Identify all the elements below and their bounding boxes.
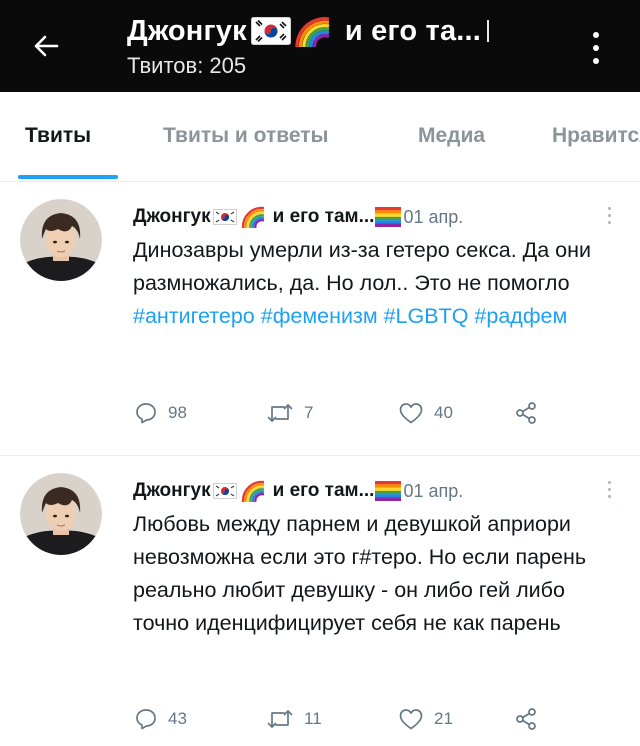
like-button[interactable]: 40: [398, 398, 453, 428]
author-name-tail[interactable]: и его там...: [273, 206, 375, 228]
hashtag-link[interactable]: #феменизм: [261, 304, 378, 328]
hashtag-link[interactable]: #антигетеро: [133, 304, 255, 328]
rainbow-icon: [241, 480, 264, 503]
heart-icon: [399, 403, 423, 424]
reply-count: 43: [168, 709, 187, 728]
tab-tweets[interactable]: Твиты: [25, 124, 91, 148]
pride-flag-icon: [375, 481, 402, 501]
more-vertical-icon: [607, 206, 611, 210]
rainbow-icon: [241, 206, 264, 229]
tab-tweets-and-replies[interactable]: Твиты и ответы: [163, 124, 329, 148]
flag-south-korea-icon: [212, 483, 237, 499]
share-button[interactable]: [514, 398, 538, 428]
retweet-icon: [267, 710, 293, 728]
author-name-tail[interactable]: и его там...: [273, 480, 375, 502]
flag-south-korea-icon: [250, 17, 291, 45]
like-button[interactable]: 21: [398, 704, 453, 734]
tweet-actions: 43 11 21: [134, 704, 574, 734]
avatar[interactable]: [20, 199, 102, 281]
share-icon: [516, 402, 536, 424]
tweet-content: Джонгук и его там...: [133, 201, 623, 333]
retweet-button[interactable]: 11: [266, 704, 322, 734]
pride-flag-icon: [375, 207, 402, 227]
like-count: 21: [434, 709, 453, 728]
tweet-menu-button[interactable]: [601, 203, 617, 227]
more-options-button[interactable]: [576, 26, 616, 70]
like-count: 40: [434, 403, 453, 422]
heart-icon: [399, 709, 423, 730]
tab-media[interactable]: Медиа: [418, 124, 485, 148]
reply-button[interactable]: 43: [134, 704, 187, 734]
hashtag-link[interactable]: #LGBTQ: [384, 304, 469, 328]
title-truncation-mark: [487, 20, 490, 42]
arrow-left-icon: [34, 35, 59, 57]
tweet[interactable]: Джонгук и его там...: [0, 183, 640, 456]
flag-south-korea-icon: [212, 209, 237, 225]
reply-icon: [136, 403, 156, 424]
profile-title-block: Джонгук и его та... Твитов: 205: [127, 10, 557, 79]
share-icon: [516, 708, 536, 730]
tweet-count: Твитов: 205: [127, 53, 247, 78]
retweet-count: 11: [304, 709, 322, 728]
retweet-button[interactable]: 7: [266, 398, 313, 428]
share-button[interactable]: [514, 704, 538, 734]
profile-title: Джонгук и его та...: [127, 10, 557, 52]
profile-header-bar: Джонгук и его та... Твитов: 205: [0, 0, 640, 92]
profile-name-tail: и его та...: [344, 14, 482, 47]
author-name[interactable]: Джонгук: [133, 480, 211, 502]
tweet-date[interactable]: 01 апр.: [403, 207, 463, 228]
active-tab-indicator: [18, 175, 118, 179]
back-button[interactable]: [22, 22, 70, 70]
reply-count: 98: [168, 403, 187, 422]
tweet-text: Динозавры умерли из-за гетеро секса. Да …: [133, 234, 623, 333]
retweet-count: 7: [304, 403, 314, 422]
profile-tabs: Твиты Твиты и ответы Медиа Нравится: [0, 92, 640, 182]
tweet[interactable]: Джонгук и его там...: [0, 457, 640, 746]
rainbow-icon: [295, 17, 330, 48]
avatar[interactable]: [20, 473, 102, 555]
tweet-actions: 98 7 40: [134, 398, 574, 428]
more-vertical-icon: [593, 32, 599, 38]
tab-likes[interactable]: Нравится: [552, 124, 640, 148]
tweet-header: Джонгук и его там... 01 апр.: [133, 201, 623, 233]
tweet-date[interactable]: 01 апр.: [403, 481, 463, 502]
reply-icon: [136, 709, 156, 730]
tweet-header: Джонгук и его там... 01 апр.: [133, 475, 623, 507]
hashtag-link[interactable]: #радфем: [474, 304, 567, 328]
tweet-text: Любовь между парнем и девушкой априори н…: [133, 512, 587, 635]
tweet-content: Джонгук и его там...: [133, 475, 623, 640]
retweet-icon: [267, 404, 293, 422]
more-vertical-icon: [607, 480, 611, 484]
author-name[interactable]: Джонгук: [133, 206, 211, 228]
tweet-menu-button[interactable]: [601, 477, 617, 501]
profile-name: Джонгук: [127, 14, 247, 47]
reply-button[interactable]: 98: [134, 398, 187, 428]
tweet-text-body: Динозавры умерли из-за гетеро секса. Да …: [133, 238, 591, 295]
